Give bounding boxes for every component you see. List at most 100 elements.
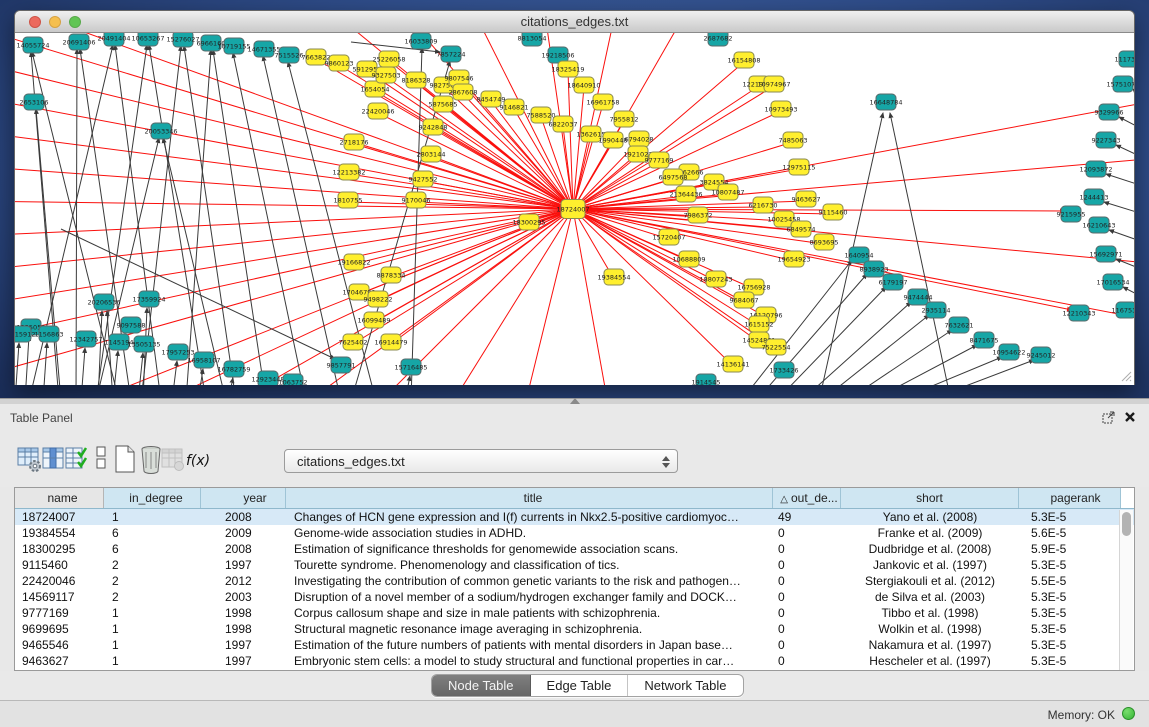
- graph-node-hub[interactable]: 18724007: [556, 200, 589, 219]
- table-cell[interactable]: 2008: [201, 509, 286, 525]
- graph-node[interactable]: 7986372: [684, 207, 713, 223]
- graph-node[interactable]: 12975115: [782, 159, 815, 175]
- column-header-title[interactable]: title: [286, 488, 773, 508]
- table-cell[interactable]: 49: [773, 509, 841, 525]
- network-canvas[interactable]: 1405572420691406204914041065326715276027…: [15, 33, 1134, 385]
- graph-node[interactable]: 1810755: [334, 192, 363, 208]
- table-cell[interactable]: de Silva et al. (2003): [841, 589, 1019, 605]
- table-cell[interactable]: 0: [773, 637, 841, 653]
- table-cell[interactable]: Tourette syndrome. Phenomenology and cla…: [286, 557, 773, 573]
- table-cell[interactable]: 6: [104, 541, 201, 557]
- graph-node[interactable]: 16961758: [586, 94, 619, 110]
- table-row[interactable]: 1872400712008Changes of HCN gene express…: [15, 509, 1134, 525]
- graph-node[interactable]: 2687682: [704, 33, 733, 46]
- graph-node[interactable]: 14055724: [16, 37, 49, 53]
- import-table-icon[interactable]: [160, 444, 186, 474]
- table-cell[interactable]: 5.3E-5: [1019, 509, 1121, 525]
- table-cell[interactable]: 9115460: [15, 557, 104, 573]
- table-row[interactable]: 911546021997Tourette syndrome. Phenomeno…: [15, 557, 1134, 573]
- graph-node[interactable]: 16099489: [357, 312, 390, 328]
- function-builder-icon[interactable]: f(x): [184, 444, 210, 474]
- graph-node[interactable]: 9329966: [1095, 104, 1124, 120]
- graph-node[interactable]: 1733426: [770, 362, 799, 378]
- table-cell[interactable]: 22420046: [15, 573, 104, 589]
- table-cell[interactable]: 9777169: [15, 605, 104, 621]
- graph-node[interactable]: 9327503: [372, 67, 401, 83]
- table-cell[interactable]: Embryonic stem cells: a model to study s…: [286, 653, 773, 669]
- zoom-window-icon[interactable]: [69, 16, 81, 28]
- graph-node[interactable]: 9215955: [1057, 206, 1086, 222]
- table-cell[interactable]: Genome-wide association studies in ADHD.: [286, 525, 773, 541]
- table-cell[interactable]: 0: [773, 653, 841, 669]
- table-cell[interactable]: 2: [104, 573, 201, 589]
- graph-node[interactable]: 9427552: [409, 171, 438, 187]
- graph-node[interactable]: 14136141: [716, 356, 749, 372]
- graph-node[interactable]: 1167534: [1112, 302, 1134, 318]
- graph-node[interactable]: 9097588: [117, 317, 146, 333]
- graph-node[interactable]: 15276027: [166, 33, 199, 47]
- column-checklist-icon[interactable]: [64, 444, 90, 474]
- table-cell[interactable]: 0: [773, 557, 841, 573]
- table-selector-dropdown[interactable]: citations_edges.txt: [284, 449, 678, 473]
- table-cell[interactable]: Investigating the contribution of common…: [286, 573, 773, 589]
- column-header-pagerank[interactable]: pagerank: [1019, 488, 1121, 508]
- table-row[interactable]: 1938455462009Genome-wide association stu…: [15, 525, 1134, 541]
- network-view-window[interactable]: citations_edges.txt 14055724206914062049…: [14, 10, 1135, 385]
- graph-node[interactable]: 1914545: [692, 374, 721, 385]
- graph-node[interactable]: 7515526: [275, 47, 304, 63]
- table-cell[interactable]: 1997: [201, 653, 286, 669]
- window-resize-grip[interactable]: [1120, 370, 1132, 382]
- table-cell[interactable]: 5.3E-5: [1019, 605, 1121, 621]
- graph-node[interactable]: 10688809: [672, 251, 705, 267]
- table-cell[interactable]: 0: [773, 621, 841, 637]
- table-cell[interactable]: 5.3E-5: [1019, 557, 1121, 573]
- table-cell[interactable]: Changes of HCN gene expression and I(f) …: [286, 509, 773, 525]
- table-cell[interactable]: 1998: [201, 605, 286, 621]
- table-cell[interactable]: 5.9E-5: [1019, 541, 1121, 557]
- table-cell[interactable]: 2009: [201, 525, 286, 541]
- graph-node[interactable]: 5875685: [429, 96, 458, 112]
- graph-node[interactable]: 10653267: [131, 33, 164, 46]
- graph-node[interactable]: 8813054: [518, 33, 547, 46]
- dropdown-stepper-icon[interactable]: [660, 454, 671, 470]
- graph-node[interactable]: 20053346: [144, 123, 177, 139]
- column-header-in-degree[interactable]: in_degree: [104, 488, 201, 508]
- column-chooser-icon[interactable]: [40, 444, 66, 474]
- table-cell[interactable]: 18300295: [15, 541, 104, 557]
- graph-node[interactable]: 22420046: [361, 103, 394, 119]
- graph-node[interactable]: 1244413: [1080, 189, 1109, 205]
- graph-node[interactable]: 19384554: [597, 269, 630, 285]
- graph-node[interactable]: 18807243: [699, 271, 732, 287]
- graph-node[interactable]: 2803144: [417, 146, 446, 162]
- table-cell[interactable]: 18724007: [15, 509, 104, 525]
- table-row[interactable]: 946554611997Estimation of the future num…: [15, 637, 1134, 653]
- table-cell[interactable]: 1997: [201, 637, 286, 653]
- graph-node[interactable]: 9245012: [1027, 347, 1056, 363]
- graph-node[interactable]: 7955812: [610, 111, 639, 127]
- graph-node[interactable]: 9146821: [500, 99, 529, 115]
- graph-node[interactable]: 1615152: [745, 316, 774, 332]
- graph-node[interactable]: 9242848: [419, 119, 448, 135]
- table-cell[interactable]: 19384554: [15, 525, 104, 541]
- graph-node[interactable]: 16154808: [727, 52, 760, 68]
- graph-node[interactable]: 12213382: [332, 164, 365, 180]
- graph-node[interactable]: 12210343: [1062, 305, 1095, 321]
- table-cell[interactable]: 1998: [201, 621, 286, 637]
- table-cell[interactable]: 2012: [201, 573, 286, 589]
- graph-node[interactable]: 8186328: [402, 72, 431, 88]
- table-row[interactable]: 969969511998Structural magnetic resonanc…: [15, 621, 1134, 637]
- graph-node[interactable]: 7625402: [339, 334, 368, 350]
- cell-selector-icon[interactable]: [88, 444, 114, 474]
- table-cell[interactable]: 2: [104, 589, 201, 605]
- table-cell[interactable]: 5.6E-5: [1019, 525, 1121, 541]
- graph-node[interactable]: 8471675: [970, 332, 999, 348]
- graph-node[interactable]: 18640910: [567, 77, 600, 93]
- graph-node[interactable]: 7632621: [945, 317, 974, 333]
- table-row[interactable]: 977716911998Corpus callosum shape and si…: [15, 605, 1134, 621]
- graph-node[interactable]: 9777169: [645, 152, 674, 168]
- table-cell[interactable]: 9463627: [15, 653, 104, 669]
- graph-node[interactable]: 6849574: [787, 221, 816, 237]
- table-cell[interactable]: 5.5E-5: [1019, 573, 1121, 589]
- table-cell[interactable]: 9465546: [15, 637, 104, 653]
- float-panel-icon[interactable]: [1102, 411, 1115, 424]
